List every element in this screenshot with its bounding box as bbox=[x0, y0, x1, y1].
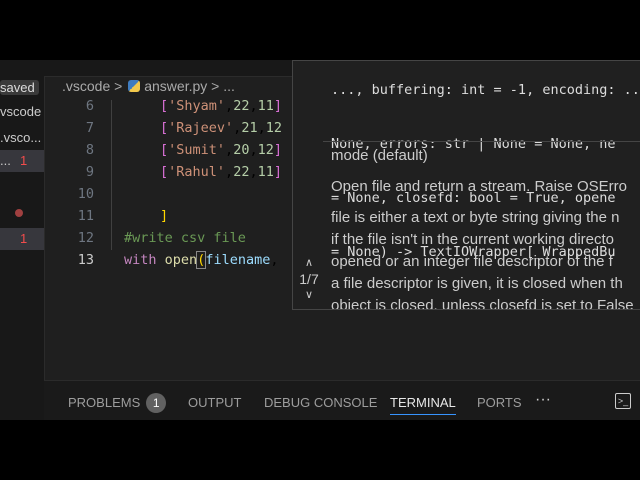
code-line: 13 with open(filename, bbox=[77, 251, 279, 269]
bottom-panel: PROBLEMS 1 OUTPUT DEBUG CONSOLE TERMINAL … bbox=[44, 380, 640, 420]
sidebar-item-vscode-folder[interactable]: .vsco... bbox=[0, 127, 44, 149]
tab-output[interactable]: OUTPUT bbox=[188, 395, 241, 410]
unsaved-label: saved bbox=[0, 77, 44, 99]
editor-tabs bbox=[44, 60, 292, 77]
code-line: 10 bbox=[77, 186, 94, 202]
tab-problems[interactable]: PROBLEMS 1 bbox=[68, 393, 167, 413]
chevron-down-icon[interactable]: ∨ bbox=[293, 287, 325, 303]
divider bbox=[323, 141, 640, 142]
code-line: 7 ['Rajeev',21,12 bbox=[85, 120, 282, 136]
signature-help-popup: ..., buffering: int = -1, encoding: ... … bbox=[292, 60, 640, 310]
modified-dot-icon bbox=[15, 209, 23, 217]
overload-nav: ∧ 1/7 ∨ bbox=[293, 255, 325, 303]
code-line: 8 ['Sumit',20,12] bbox=[85, 142, 282, 158]
code-editor[interactable]: 6 ['Shyam',22,11] 7 ['Rajeev',21,12 8 ['Sum… bbox=[44, 95, 292, 271]
sidebar-item-vscode[interactable]: vscode bbox=[0, 101, 44, 123]
problems-count-badge: 1 bbox=[146, 393, 167, 413]
breadcrumb: .vscode > answer.py > ... bbox=[62, 78, 235, 94]
python-file-icon bbox=[128, 80, 141, 92]
code-line: 12 #write csv file bbox=[77, 230, 246, 246]
terminal-icon[interactable]: >_ bbox=[615, 393, 631, 409]
code-line: 6 ['Shyam',22,11] bbox=[85, 98, 282, 114]
breadcrumb-symbol[interactable]: ... bbox=[223, 78, 235, 94]
sidebar-item-file[interactable]: ... 1 bbox=[0, 150, 44, 172]
breadcrumb-folder[interactable]: .vscode bbox=[62, 78, 110, 94]
documentation: mode (default) Open file and return a st… bbox=[331, 147, 634, 310]
chevron-up-icon[interactable]: ∧ bbox=[293, 255, 325, 271]
vscode-window: saved vscode .vsco... ... 1 1 .vscode > a… bbox=[0, 60, 640, 420]
tab-debug-console[interactable]: DEBUG CONSOLE bbox=[264, 395, 377, 410]
sidebar-item-error[interactable]: 1 bbox=[0, 228, 44, 250]
code-line: 9 ['Rahul',22,11] bbox=[85, 164, 282, 180]
code-line: 11] bbox=[77, 208, 169, 224]
explorer-sidebar: saved vscode .vsco... ... 1 1 bbox=[0, 60, 45, 420]
sidebar-item-modified[interactable] bbox=[0, 202, 44, 224]
tab-ports[interactable]: PORTS bbox=[477, 395, 522, 410]
tab-terminal[interactable]: TERMINAL bbox=[390, 395, 456, 415]
more-actions-icon[interactable]: ··· bbox=[535, 391, 551, 409]
overload-counter: 1/7 bbox=[299, 271, 319, 287]
breadcrumb-file[interactable]: answer.py bbox=[144, 78, 207, 94]
